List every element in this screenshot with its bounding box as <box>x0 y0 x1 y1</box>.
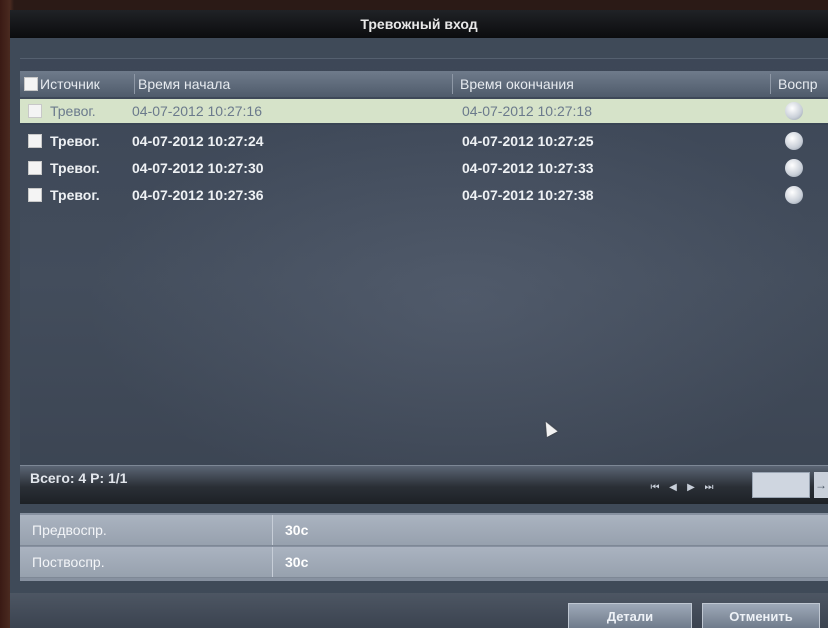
row-source: Тревог. <box>50 160 100 176</box>
pre-playback-value[interactable]: 30с <box>272 515 816 545</box>
row-end-time: 04-07-2012 10:27:25 <box>462 133 594 149</box>
first-page-icon[interactable]: ⏮ <box>648 482 662 494</box>
row-checkbox[interactable] <box>28 188 42 202</box>
select-all-checkbox[interactable] <box>24 77 38 91</box>
details-button[interactable]: Детали <box>568 603 692 628</box>
row-source: Тревог. <box>50 103 96 119</box>
header-divider <box>134 74 135 94</box>
row-start-time: 04-07-2012 10:27:36 <box>132 187 264 203</box>
go-page-button[interactable]: → <box>814 472 828 498</box>
pre-playback-label: Предвоспр. <box>32 522 107 538</box>
header-end-time[interactable]: Время окончания <box>460 71 760 97</box>
next-page-icon[interactable]: ▶ <box>684 482 698 494</box>
row-start-time: 04-07-2012 10:27:30 <box>132 160 264 176</box>
row-checkbox[interactable] <box>28 104 42 118</box>
row-end-time: 04-07-2012 10:27:38 <box>462 187 594 203</box>
cancel-button[interactable]: Отменить <box>702 603 820 628</box>
total-count: Всего: 4 P: 1/1 <box>30 470 128 486</box>
alarm-input-dialog: Тревожный вход Источник Время начала Вре… <box>10 10 828 628</box>
table-row[interactable]: Тревог. 04-07-2012 10:27:36 04-07-2012 1… <box>20 183 828 207</box>
table-row[interactable]: Тревог. 04-07-2012 10:27:30 04-07-2012 1… <box>20 156 828 180</box>
last-page-icon[interactable]: ⏭ <box>702 482 716 494</box>
play-icon[interactable] <box>785 159 803 177</box>
post-playback-row: Поствоспр. 30с <box>20 547 828 578</box>
play-icon[interactable] <box>785 102 803 120</box>
post-playback-value[interactable]: 30с <box>272 547 816 577</box>
row-source: Тревог. <box>50 187 100 203</box>
playback-settings: Предвоспр. 30с Поствоспр. 30с <box>20 513 828 581</box>
row-start-time: 04-07-2012 10:27:16 <box>132 103 262 119</box>
table-row[interactable]: Тревог. 04-07-2012 10:27:24 04-07-2012 1… <box>20 129 828 153</box>
results-panel: Источник Время начала Время окончания Во… <box>20 58 828 499</box>
row-start-time: 04-07-2012 10:27:24 <box>132 133 264 149</box>
header-divider <box>770 74 771 94</box>
table-row[interactable]: Тревог. 04-07-2012 10:27:16 04-07-2012 1… <box>20 99 828 125</box>
play-icon[interactable] <box>785 186 803 204</box>
dialog-footer: Детали Отменить <box>10 593 828 628</box>
prev-page-icon[interactable]: ◀ <box>666 482 680 494</box>
status-bar: Всего: 4 P: 1/1 ⏮ ◀ ▶ ⏭ → <box>20 465 828 504</box>
header-play[interactable]: Воспр <box>778 71 828 97</box>
header-start-time[interactable]: Время начала <box>138 71 448 97</box>
mouse-cursor-icon <box>540 419 558 437</box>
post-playback-label: Поствоспр. <box>32 554 105 570</box>
page-number-input[interactable] <box>752 472 810 498</box>
row-checkbox[interactable] <box>28 161 42 175</box>
monitor-frame: Тревожный вход Источник Время начала Вре… <box>0 0 828 628</box>
play-icon[interactable] <box>785 132 803 150</box>
header-divider <box>452 74 453 94</box>
row-source: Тревог. <box>50 133 100 149</box>
pre-playback-row: Предвоспр. 30с <box>20 515 828 546</box>
row-checkbox[interactable] <box>28 134 42 148</box>
row-end-time: 04-07-2012 10:27:18 <box>462 103 592 119</box>
header-source[interactable]: Источник <box>40 71 132 97</box>
row-end-time: 04-07-2012 10:27:33 <box>462 160 594 176</box>
dialog-title: Тревожный вход <box>10 10 828 38</box>
table-header: Источник Время начала Время окончания Во… <box>20 71 828 97</box>
